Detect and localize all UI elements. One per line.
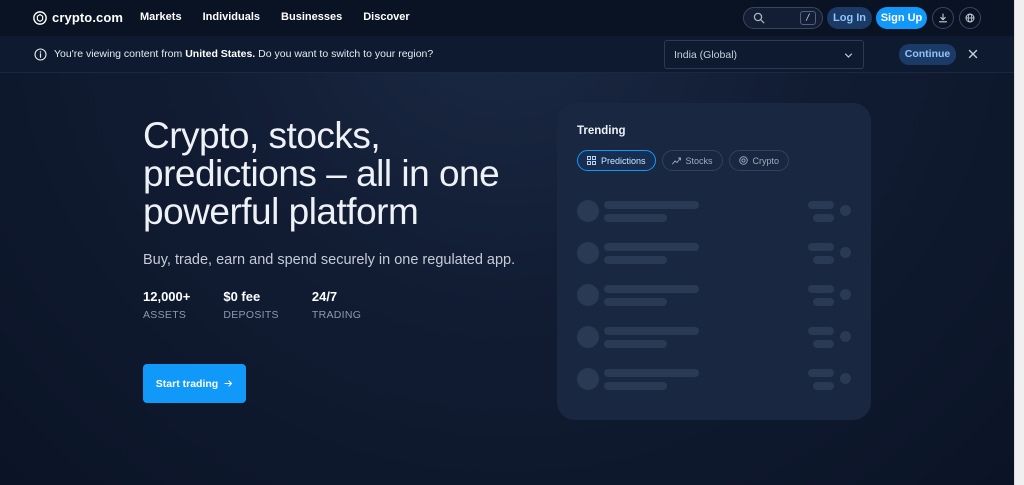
stat-trading: 24/7 TRADING [312, 289, 361, 321]
grid-icon [587, 156, 596, 165]
stat-value: 24/7 [311, 289, 338, 304]
logo[interactable]: crypto.com [33, 10, 123, 25]
stat-label: DEPOSITS [223, 309, 279, 321]
skeleton-avatar [577, 326, 599, 348]
trending-tabs: Predictions Stocks Crypto [577, 150, 790, 171]
skeleton-line [808, 201, 834, 209]
list-item [577, 324, 852, 354]
info-icon [34, 48, 47, 61]
list-item [577, 240, 852, 270]
nav-link-discover[interactable]: Discover [363, 11, 409, 23]
page: crypto.com Markets Individuals Businesse… [0, 0, 1014, 485]
stat-value: $0 fee [223, 289, 261, 304]
tab-label: Crypto [752, 155, 780, 166]
start-trading-label: Start trading [155, 377, 219, 390]
tab-stocks[interactable]: Stocks [661, 150, 723, 171]
stat-deposits: $0 fee DEPOSITS [223, 289, 279, 321]
region-select-value: India (Global) [674, 49, 738, 61]
skeleton-dot [840, 247, 851, 258]
skeleton-line [604, 201, 699, 209]
stat-label: TRADING [311, 309, 362, 321]
arrow-right-icon [224, 380, 233, 387]
scrollbar[interactable] [1014, 0, 1024, 485]
tab-predictions[interactable]: Predictions [577, 150, 656, 171]
chart-icon [671, 157, 681, 165]
search-shortcut-key: / [800, 11, 816, 25]
crypto-logo-icon [33, 10, 47, 25]
list-item [577, 198, 852, 228]
trending-title: Trending [577, 125, 626, 137]
chevron-down-icon [844, 53, 853, 58]
skeleton-line [813, 340, 834, 348]
skeleton-dot [840, 373, 851, 384]
skeleton-line [604, 369, 699, 377]
nav-link-markets[interactable]: Markets [140, 11, 182, 23]
stat-label: ASSETS [143, 309, 187, 321]
skeleton-line [604, 327, 699, 335]
skeleton-line [808, 327, 834, 335]
download-icon [938, 13, 948, 23]
region-country: United States. [185, 48, 256, 60]
logo-text: crypto.com [52, 10, 124, 25]
region-message: You're viewing content from United State… [54, 48, 433, 60]
skeleton-line [604, 214, 667, 222]
nav-links: Markets Individuals Businesses Discover [140, 11, 410, 23]
globe-icon [965, 13, 975, 23]
skeleton-line [604, 340, 667, 348]
skeleton-dot [840, 331, 851, 342]
search-input[interactable]: / [743, 7, 823, 29]
skeleton-avatar [577, 242, 599, 264]
login-button[interactable]: Log In [827, 7, 872, 29]
tab-label: Stocks [685, 155, 713, 166]
download-button[interactable] [932, 7, 954, 29]
skeleton-avatar [577, 200, 599, 222]
tab-crypto[interactable]: Crypto [728, 150, 790, 171]
region-message-suffix: Do you want to switch to your region? [255, 48, 434, 60]
region-banner: You're viewing content from United State… [0, 36, 1014, 73]
skeleton-avatar [577, 284, 599, 306]
start-trading-button[interactable]: Start trading [143, 364, 246, 403]
trending-card: Trending Predictions Stocks Crypto [557, 103, 871, 420]
nav-link-businesses[interactable]: Businesses [281, 11, 342, 23]
skeleton-line [808, 243, 834, 251]
skeleton-line [808, 369, 834, 377]
skeleton-dot [840, 289, 851, 300]
skeleton-line [604, 243, 699, 251]
nav-link-individuals[interactable]: Individuals [203, 11, 260, 23]
skeleton-line [813, 214, 834, 222]
hero-subtitle: Buy, trade, earn and spend securely in o… [143, 252, 516, 268]
stat-assets: 12,000+ ASSETS [143, 289, 190, 321]
list-item [577, 282, 852, 312]
skeleton-dot [840, 205, 851, 216]
stat-value: 12,000+ [143, 289, 191, 304]
list-item [577, 366, 852, 396]
skeleton-line [813, 256, 834, 264]
hero-stats: 12,000+ ASSETS $0 fee DEPOSITS 24/7 TRAD… [143, 289, 394, 321]
skeleton-line [813, 382, 834, 390]
search-icon [753, 12, 765, 24]
close-icon[interactable] [966, 47, 980, 61]
skeleton-line [604, 285, 699, 293]
skeleton-line [808, 285, 834, 293]
skeleton-line [604, 256, 667, 264]
coin-icon [738, 156, 748, 165]
signup-button[interactable]: Sign Up [876, 7, 927, 29]
tab-label: Predictions [601, 155, 646, 166]
language-button[interactable] [959, 7, 981, 29]
skeleton-line [604, 298, 667, 306]
region-message-prefix: You're viewing content from [54, 48, 186, 60]
region-select[interactable]: India (Global) [664, 40, 864, 69]
top-nav: crypto.com Markets Individuals Businesse… [0, 0, 1014, 36]
continue-button[interactable]: Continue [899, 44, 956, 65]
hero-title: Crypto, stocks, predictions – all in one… [143, 115, 500, 232]
skeleton-line [604, 382, 667, 390]
skeleton-avatar [577, 368, 599, 390]
skeleton-line [813, 298, 834, 306]
